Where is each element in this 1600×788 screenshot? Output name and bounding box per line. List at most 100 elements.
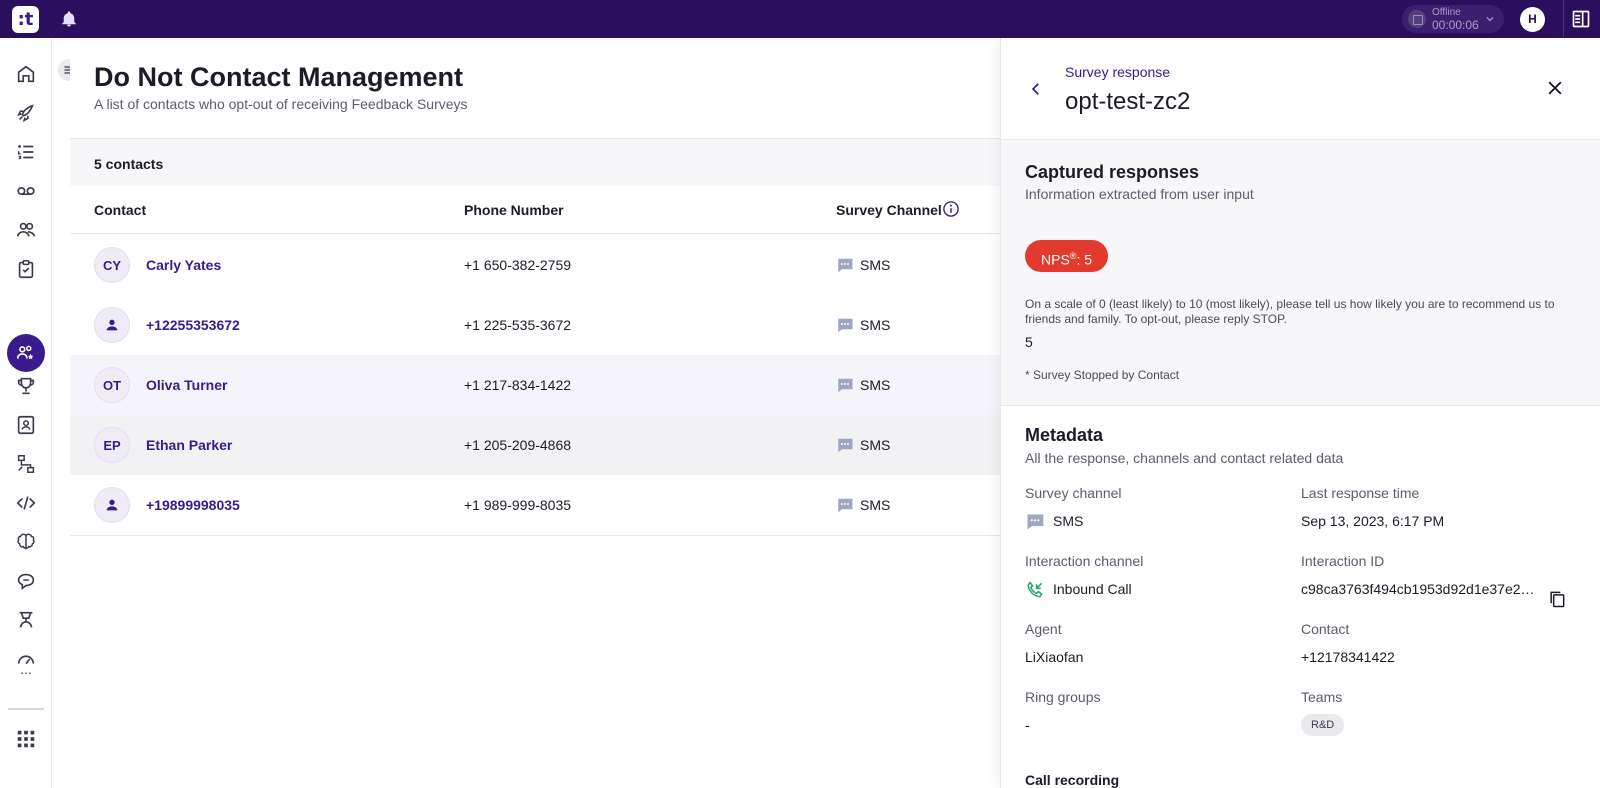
divider xyxy=(1001,405,1600,406)
sms-icon xyxy=(837,318,853,333)
column-header-channel[interactable]: Survey Channel xyxy=(836,202,942,218)
divider xyxy=(1563,0,1564,38)
agent-icon[interactable] xyxy=(14,608,38,632)
agent-label: Agent xyxy=(1025,621,1062,637)
sms-icon xyxy=(837,438,853,453)
main-content: Do Not Contact Management A list of cont… xyxy=(70,38,1000,788)
survey-question: On a scale of 0 (least likely) to 10 (mo… xyxy=(1025,297,1555,326)
info-icon[interactable] xyxy=(942,200,960,218)
contact-name-link[interactable]: Oliva Turner xyxy=(146,377,227,393)
apps-grid-icon[interactable] xyxy=(14,727,38,751)
chat-icon[interactable] xyxy=(14,569,38,593)
table-row[interactable]: CY Carly Yates +1 650-382-2759 SMS xyxy=(70,235,1000,296)
person-icon xyxy=(106,499,118,511)
survey-channel: SMS xyxy=(860,377,891,393)
trophy-icon[interactable] xyxy=(14,374,38,398)
sidebar-nav: ... xyxy=(0,38,52,788)
phone-number: +1 989-999-8035 xyxy=(464,497,572,513)
contact-count: 5 contacts xyxy=(94,156,164,172)
teams-label: Teams xyxy=(1301,689,1343,705)
voicemail-icon[interactable] xyxy=(14,179,38,203)
nps-badge: NPS®: 5 xyxy=(1025,240,1109,272)
table-row[interactable]: OT Oliva Turner +1 217-834-1422 SMS xyxy=(70,355,1000,416)
contact-avatar xyxy=(94,487,130,523)
table-row[interactable]: +19899998035 +1 989-999-8035 SMS xyxy=(70,475,1000,536)
column-header-phone[interactable]: Phone Number xyxy=(464,202,564,218)
sms-icon xyxy=(837,498,853,513)
phone-number: +1 217-834-1422 xyxy=(464,377,572,393)
phone-number: +1 225-535-3672 xyxy=(464,317,572,333)
code-icon[interactable] xyxy=(14,491,38,515)
call-recording-title: Call recording xyxy=(1025,772,1120,788)
person-icon xyxy=(106,319,118,331)
column-header-contact[interactable]: Contact xyxy=(94,202,146,218)
sms-icon xyxy=(1026,514,1044,530)
phone-number: +1 205-209-4868 xyxy=(464,437,572,453)
contact-label: Contact xyxy=(1301,621,1350,637)
contact-name-link[interactable]: Carly Yates xyxy=(146,257,221,273)
offline-status-icon xyxy=(1408,10,1426,28)
table-row[interactable]: EP Ethan Parker +1 205-209-4868 SMS xyxy=(70,415,1000,476)
contact-name-link[interactable]: Ethan Parker xyxy=(146,437,232,453)
sms-icon xyxy=(837,258,853,273)
metadata-subtitle: All the response, channels and contact r… xyxy=(1025,450,1344,466)
status-timer: 00:00:06 xyxy=(1432,18,1479,32)
survey-channel-value: SMS xyxy=(1053,513,1084,529)
survey-channel: SMS xyxy=(860,497,891,513)
chevron-down-icon xyxy=(1486,17,1494,22)
ring-groups-label: Ring groups xyxy=(1025,689,1101,705)
survey-channel: SMS xyxy=(860,257,891,273)
interaction-channel-value: Inbound Call xyxy=(1053,581,1132,597)
metadata-title: Metadata xyxy=(1025,425,1104,445)
inbound-call-icon xyxy=(1027,581,1043,598)
captured-responses-title: Captured responses xyxy=(1025,162,1200,182)
survey-stop-note: * Survey Stopped by Contact xyxy=(1025,368,1180,382)
last-response-value: Sep 13, 2023, 6:17 PM xyxy=(1301,513,1445,529)
survey-response-panel: Survey response opt-test-zc2 Captured re… xyxy=(1000,38,1600,788)
clipboard-icon[interactable] xyxy=(14,257,38,281)
top-bar: :t Offline 00:00:06 H xyxy=(0,0,1600,38)
list-icon[interactable] xyxy=(14,140,38,164)
survey-answer: 5 xyxy=(1025,334,1033,350)
home-icon[interactable] xyxy=(14,62,38,86)
phone-number: +1 650-382-2759 xyxy=(464,257,572,273)
survey-channel: SMS xyxy=(860,437,891,453)
workflow-icon[interactable] xyxy=(14,452,38,476)
more-nav-button[interactable]: ... xyxy=(14,661,38,677)
last-response-label: Last response time xyxy=(1301,485,1420,501)
contacts-star-icon[interactable] xyxy=(14,341,38,365)
bell-icon[interactable] xyxy=(60,10,78,28)
panel-title: opt-test-zc2 xyxy=(1065,88,1191,115)
survey-channel: SMS xyxy=(860,317,891,333)
table-row[interactable]: +12255353672 +1 225-535-3672 SMS xyxy=(70,295,1000,356)
contact-value: +12178341422 xyxy=(1301,649,1395,665)
sms-icon xyxy=(837,378,853,393)
rocket-icon[interactable] xyxy=(14,101,38,125)
user-avatar[interactable]: H xyxy=(1520,7,1545,32)
interaction-id-label: Interaction ID xyxy=(1301,553,1385,569)
contact-avatar: CY xyxy=(94,247,130,283)
interaction-channel-label: Interaction channel xyxy=(1025,553,1144,569)
status-label: Offline xyxy=(1432,7,1461,18)
contact-count-bar: 5 contacts xyxy=(70,138,1000,186)
contact-name-link[interactable]: +12255353672 xyxy=(146,317,240,333)
copy-icon[interactable] xyxy=(1547,589,1567,609)
side-panel-toggle-icon[interactable] xyxy=(1571,9,1591,29)
agent-value: LiXiaofan xyxy=(1025,649,1084,665)
captured-responses-subtitle: Information extracted from user input xyxy=(1025,186,1254,202)
users-icon[interactable] xyxy=(14,218,38,242)
agent-status-selector[interactable]: Offline 00:00:06 xyxy=(1402,5,1504,33)
contact-avatar: OT xyxy=(94,367,130,403)
interaction-id-value: c98ca3763f494cb1953d92d1e37e2… xyxy=(1301,581,1535,597)
address-book-icon[interactable] xyxy=(14,413,38,437)
contact-name-link[interactable]: +19899998035 xyxy=(146,497,240,513)
table-header: Contact Phone Number Survey Channel xyxy=(70,186,1000,234)
panel-kicker: Survey response xyxy=(1065,64,1171,80)
divider xyxy=(8,708,44,710)
ring-groups-value: - xyxy=(1025,717,1030,733)
team-chip: R&D xyxy=(1301,714,1345,736)
brain-icon[interactable] xyxy=(14,530,38,554)
back-chevron-icon[interactable] xyxy=(1027,80,1045,98)
close-icon[interactable] xyxy=(1545,78,1565,98)
app-logo[interactable]: :t xyxy=(12,6,39,33)
